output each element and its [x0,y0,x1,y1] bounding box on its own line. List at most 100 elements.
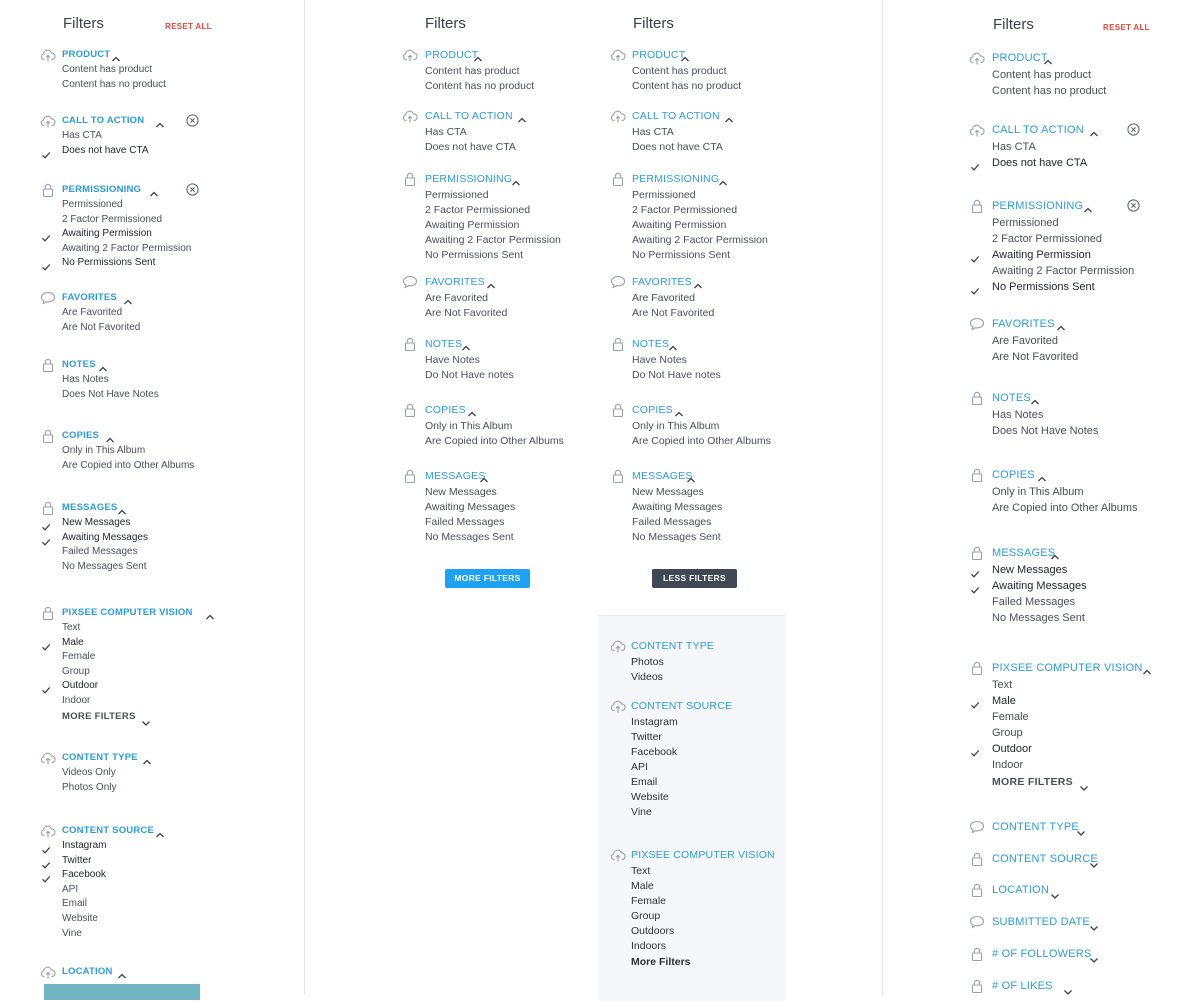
chevron-up-icon[interactable] [718,174,728,186]
filter-option[interactable]: Permissioned [425,189,489,201]
filter-option[interactable]: Awaiting Messages [62,532,148,543]
chevron-down-icon[interactable] [1089,856,1099,868]
section-title-pixsee-computer-vision[interactable]: PIXSEE COMPUTER VISION [631,849,775,861]
filter-option[interactable]: No Permissions Sent [632,249,730,261]
filter-option[interactable]: Instagram [62,840,106,851]
section-title-favorites[interactable]: FAVORITES [632,276,692,288]
filter-option[interactable]: No Messages Sent [62,561,147,572]
filter-option[interactable]: Indoors [631,940,666,952]
filter-option[interactable]: Awaiting 2 Factor Permission [632,234,768,246]
filter-option[interactable]: Content has no product [425,80,534,92]
filter-option[interactable]: Permissioned [992,217,1059,229]
filter-option[interactable]: Does not have CTA [632,141,723,153]
filter-option[interactable]: Failed Messages [62,546,138,557]
chevron-up-icon[interactable] [155,116,165,128]
filter-option[interactable]: Awaiting 2 Factor Permission [62,243,191,254]
filter-option[interactable]: 2 Factor Permissioned [62,214,162,225]
chevron-up-icon[interactable] [105,431,115,443]
filter-option[interactable]: Content has product [62,64,152,75]
chevron-up-icon[interactable] [517,111,527,123]
filter-option[interactable]: Content has product [632,65,727,77]
filter-option[interactable]: Outdoors [631,925,674,937]
section-title-call-to-action[interactable]: CALL TO ACTION [992,124,1084,136]
filter-option[interactable]: Are Not Favorited [992,351,1078,363]
filter-option[interactable]: Content has product [425,65,520,77]
section-title-of-likes[interactable]: # OF LIKES [992,980,1053,992]
filter-option[interactable]: 2 Factor Permissioned [992,233,1102,245]
section-title-messages[interactable]: MESSAGES [992,547,1055,559]
section-title-favorites[interactable]: FAVORITES [992,318,1055,330]
chevron-up-icon[interactable] [155,826,165,838]
clear-filter-icon[interactable] [1127,123,1140,136]
section-title-copies[interactable]: COPIES [425,404,466,416]
reset-all-link[interactable]: RESET ALL [165,22,212,31]
filter-option[interactable]: Does not have CTA [425,141,516,153]
filter-option[interactable]: 2 Factor Permissioned [632,204,737,216]
filter-option[interactable]: No Permissions Sent [425,249,523,261]
filter-option[interactable]: Has CTA [425,126,467,138]
less-filters-button[interactable]: LESS FILTERS [652,569,737,588]
chevron-up-icon[interactable] [1083,201,1093,213]
filter-option[interactable]: Photos Only [62,782,116,793]
filter-option[interactable]: API [62,884,78,895]
filter-option[interactable]: Male [62,637,84,648]
chevron-up-icon[interactable] [149,185,159,197]
section-title-content-source[interactable]: CONTENT SOURCE [62,825,154,836]
filter-option[interactable]: Outdoor [62,680,98,691]
filter-option[interactable]: Group [631,910,660,922]
clear-filter-icon[interactable] [186,183,199,196]
clear-filter-icon[interactable] [186,114,199,127]
section-title-notes[interactable]: NOTES [62,359,96,370]
chevron-up-icon[interactable] [111,50,121,62]
chevron-up-icon[interactable] [1037,470,1047,482]
filter-option[interactable]: Group [992,727,1023,739]
filter-option[interactable]: Failed Messages [425,516,504,528]
filter-option[interactable]: Has Notes [992,409,1043,421]
chevron-up-icon[interactable] [205,608,215,620]
filter-option[interactable]: Text [992,679,1012,691]
chevron-up-icon[interactable] [674,405,684,417]
section-title-copies[interactable]: COPIES [992,469,1035,481]
filter-option[interactable]: Awaiting Permission [992,249,1091,261]
filter-option[interactable]: Vine [631,806,652,818]
section-title-call-to-action[interactable]: CALL TO ACTION [62,115,144,126]
section-title-call-to-action[interactable]: CALL TO ACTION [425,110,513,122]
chevron-up-icon[interactable] [724,111,734,123]
chevron-up-icon[interactable] [117,503,127,515]
clear-filter-icon[interactable] [1127,199,1140,212]
chevron-down-icon[interactable] [1089,919,1099,931]
section-title-notes[interactable]: NOTES [992,392,1031,404]
chevron-up-icon[interactable] [1050,548,1060,560]
filter-option[interactable]: Are Copied into Other Albums [632,435,771,447]
filter-option[interactable]: Do Not Have notes [425,369,514,381]
filter-option[interactable]: Are Favorited [992,335,1058,347]
chevron-up-icon[interactable] [461,339,471,351]
more-filters-toggle[interactable]: MORE FILTERS [62,711,136,722]
chevron-up-icon[interactable] [117,967,127,979]
filter-option[interactable]: No Permissions Sent [992,281,1095,293]
filter-option[interactable]: No Messages Sent [425,531,514,543]
section-title-permissioning[interactable]: PERMISSIONING [425,173,512,185]
section-title-messages[interactable]: MESSAGES [425,470,486,482]
filter-option[interactable]: Awaiting 2 Factor Permission [992,265,1134,277]
filter-option[interactable]: Does Not Have Notes [992,425,1098,437]
chevron-up-icon[interactable] [98,360,108,372]
filter-option[interactable]: Male [631,880,654,892]
filter-option[interactable]: Are Favorited [632,292,695,304]
filter-option[interactable]: New Messages [62,517,130,528]
filter-option[interactable]: Awaiting Permission [632,219,726,231]
filter-option[interactable]: Permissioned [62,199,123,210]
filter-option[interactable]: Awaiting Messages [632,501,722,513]
filter-option[interactable]: Are Copied into Other Albums [425,435,564,447]
filter-option[interactable]: Indoor [992,759,1023,771]
filter-option[interactable]: Are Not Favorited [425,307,507,319]
filter-option[interactable]: 2 Factor Permissioned [425,204,530,216]
chevron-up-icon[interactable] [467,405,477,417]
chevron-up-icon[interactable] [123,293,133,305]
filter-option[interactable]: Has Notes [62,374,109,385]
filter-option[interactable]: Are Not Favorited [632,307,714,319]
chevron-up-icon[interactable] [479,471,489,483]
filter-option[interactable]: Facebook [631,746,677,758]
section-title-notes[interactable]: NOTES [632,338,669,350]
chevron-up-icon[interactable] [1089,125,1099,137]
